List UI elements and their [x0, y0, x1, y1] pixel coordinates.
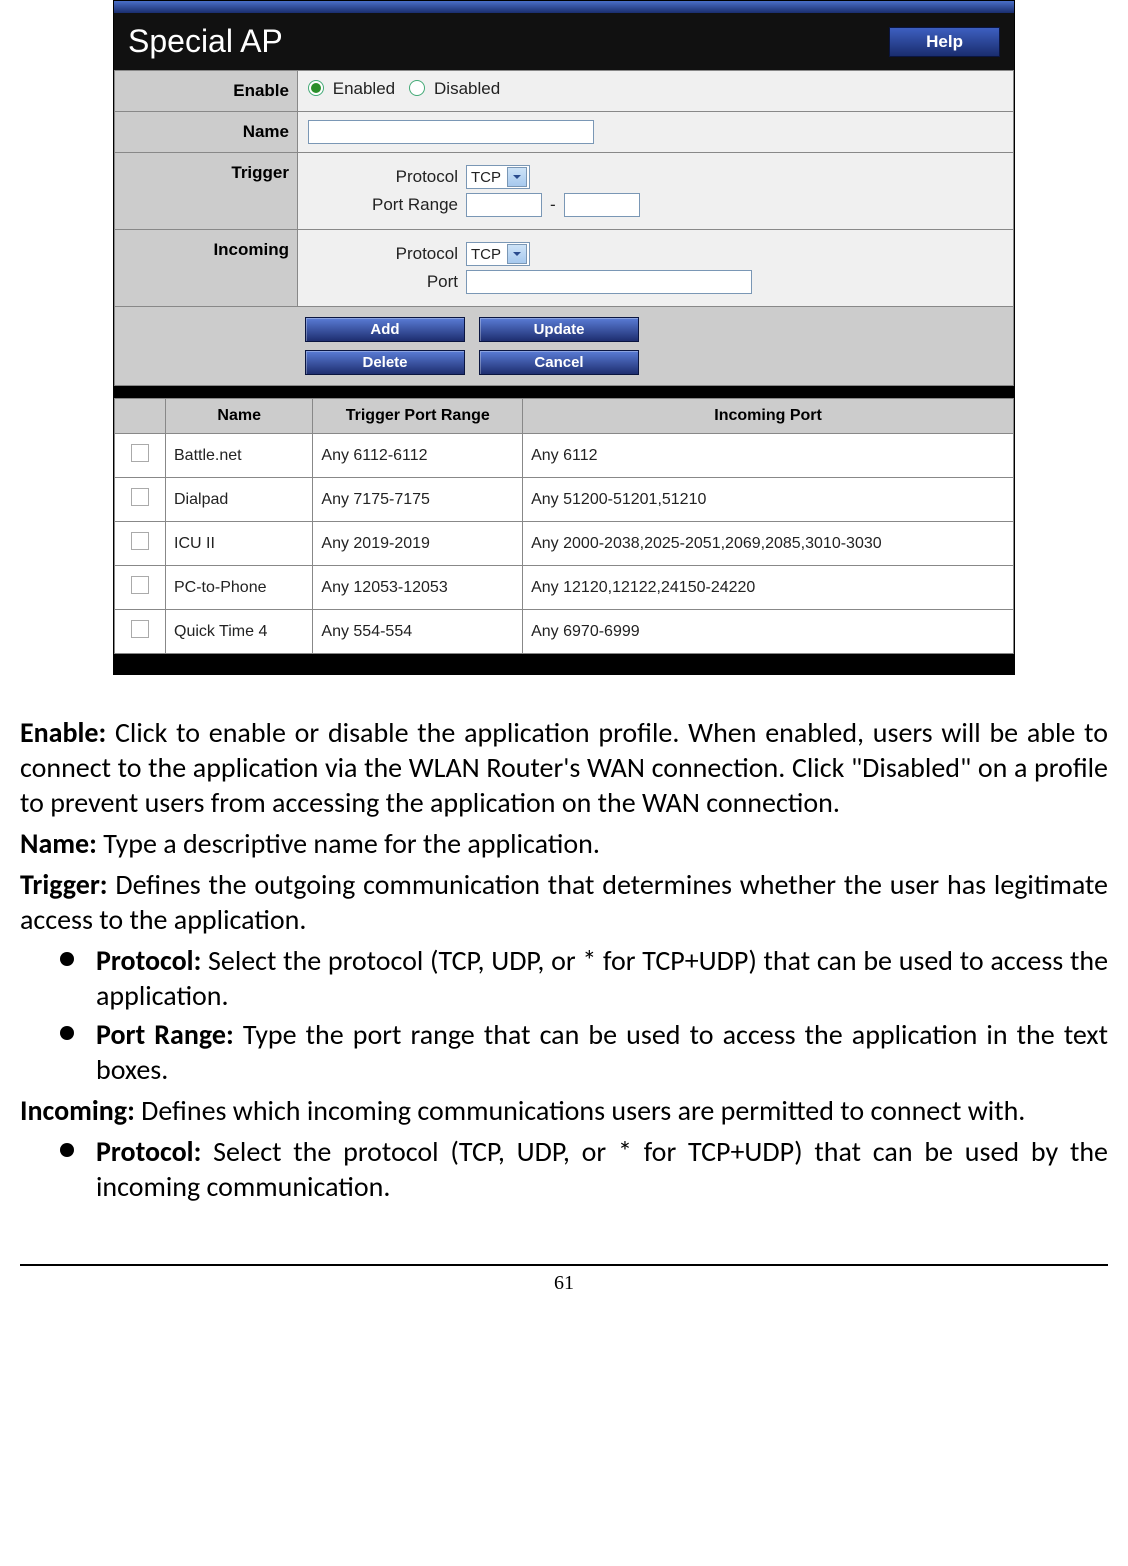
- cell-name: Quick Time 4: [166, 610, 313, 654]
- page-number: 61: [20, 1272, 1108, 1295]
- cell-incoming: Any 12120,12122,24150-24220: [523, 566, 1014, 610]
- delete-button[interactable]: Delete: [305, 350, 465, 375]
- enabled-option-label: Enabled: [333, 79, 395, 98]
- table-row: ICU II Any 2019-2019 Any 2000-2038,2025-…: [115, 522, 1014, 566]
- col-checkbox: [115, 399, 166, 434]
- row-checkbox[interactable]: [131, 576, 149, 594]
- incoming-port-label: Port: [348, 272, 458, 292]
- doc-incoming: Incoming: Defines which incoming communi…: [20, 1093, 1108, 1128]
- router-window: Special AP Help Enable Enabled Disabled …: [113, 0, 1015, 675]
- incoming-label: Incoming: [115, 230, 298, 307]
- chevron-down-icon: [507, 167, 527, 187]
- profile-table: Name Trigger Port Range Incoming Port Ba…: [114, 398, 1014, 654]
- radio-disabled[interactable]: [409, 80, 425, 96]
- page-title: Special AP: [128, 23, 283, 60]
- cell-trigger: Any 6112-6112: [313, 434, 523, 478]
- cell-incoming: Any 6112: [523, 434, 1014, 478]
- cancel-button[interactable]: Cancel: [479, 350, 639, 375]
- trigger-portrange-label: Port Range: [348, 195, 458, 215]
- port-range-separator: -: [550, 195, 556, 215]
- row-checkbox[interactable]: [131, 488, 149, 506]
- cell-incoming: Any 2000-2038,2025-2051,2069,2085,3010-3…: [523, 522, 1014, 566]
- col-trigger: Trigger Port Range: [313, 399, 523, 434]
- enable-label: Enable: [115, 71, 298, 112]
- doc-incoming-protocol: Protocol: Select the protocol (TCP, UDP,…: [60, 1134, 1108, 1204]
- row-checkbox[interactable]: [131, 532, 149, 550]
- page-rule: [20, 1264, 1108, 1266]
- doc-name: Name: Type a descriptive name for the ap…: [20, 826, 1108, 861]
- table-row: Quick Time 4 Any 554-554 Any 6970-6999: [115, 610, 1014, 654]
- row-checkbox[interactable]: [131, 620, 149, 638]
- doc-enable: Enable: Click to enable or disable the a…: [20, 715, 1108, 820]
- trigger-label: Trigger: [115, 153, 298, 230]
- window-title-bar: [114, 1, 1014, 13]
- incoming-port-input[interactable]: [466, 270, 752, 294]
- trigger-protocol-select[interactable]: TCP: [466, 165, 530, 189]
- trigger-protocol-value: TCP: [471, 169, 501, 186]
- trigger-port-from-input[interactable]: [466, 193, 542, 217]
- header-bar: Special AP Help: [114, 13, 1014, 70]
- section-divider: [114, 386, 1014, 398]
- add-button[interactable]: Add: [305, 317, 465, 342]
- cell-incoming: Any 6970-6999: [523, 610, 1014, 654]
- cell-name: ICU II: [166, 522, 313, 566]
- documentation-body: Enable: Click to enable or disable the a…: [20, 715, 1108, 1204]
- table-row: PC-to-Phone Any 12053-12053 Any 12120,12…: [115, 566, 1014, 610]
- name-input[interactable]: [308, 120, 594, 144]
- disabled-option-label: Disabled: [434, 79, 500, 98]
- cell-trigger: Any 12053-12053: [313, 566, 523, 610]
- doc-trigger-protocol: Protocol: Select the protocol (TCP, UDP,…: [60, 943, 1108, 1013]
- window-bottom-bar: [114, 654, 1014, 674]
- update-button[interactable]: Update: [479, 317, 639, 342]
- table-row: Dialpad Any 7175-7175 Any 51200-51201,51…: [115, 478, 1014, 522]
- trigger-port-to-input[interactable]: [564, 193, 640, 217]
- incoming-protocol-label: Protocol: [348, 244, 458, 264]
- cell-name: Battle.net: [166, 434, 313, 478]
- cell-name: Dialpad: [166, 478, 313, 522]
- table-row: Battle.net Any 6112-6112 Any 6112: [115, 434, 1014, 478]
- form-body: Enable Enabled Disabled Name: [114, 70, 1014, 386]
- help-button[interactable]: Help: [889, 27, 1000, 57]
- doc-trigger: Trigger: Defines the outgoing communicat…: [20, 867, 1108, 937]
- doc-trigger-portrange: Port Range: Type the port range that can…: [60, 1017, 1108, 1087]
- cell-trigger: Any 7175-7175: [313, 478, 523, 522]
- radio-enabled[interactable]: [308, 80, 324, 96]
- col-name: Name: [166, 399, 313, 434]
- incoming-protocol-select[interactable]: TCP: [466, 242, 530, 266]
- cell-trigger: Any 554-554: [313, 610, 523, 654]
- cell-trigger: Any 2019-2019: [313, 522, 523, 566]
- cell-incoming: Any 51200-51201,51210: [523, 478, 1014, 522]
- row-checkbox[interactable]: [131, 444, 149, 462]
- col-incoming: Incoming Port: [523, 399, 1014, 434]
- cell-name: PC-to-Phone: [166, 566, 313, 610]
- chevron-down-icon: [507, 244, 527, 264]
- incoming-protocol-value: TCP: [471, 246, 501, 263]
- trigger-protocol-label: Protocol: [348, 167, 458, 187]
- name-label: Name: [115, 112, 298, 153]
